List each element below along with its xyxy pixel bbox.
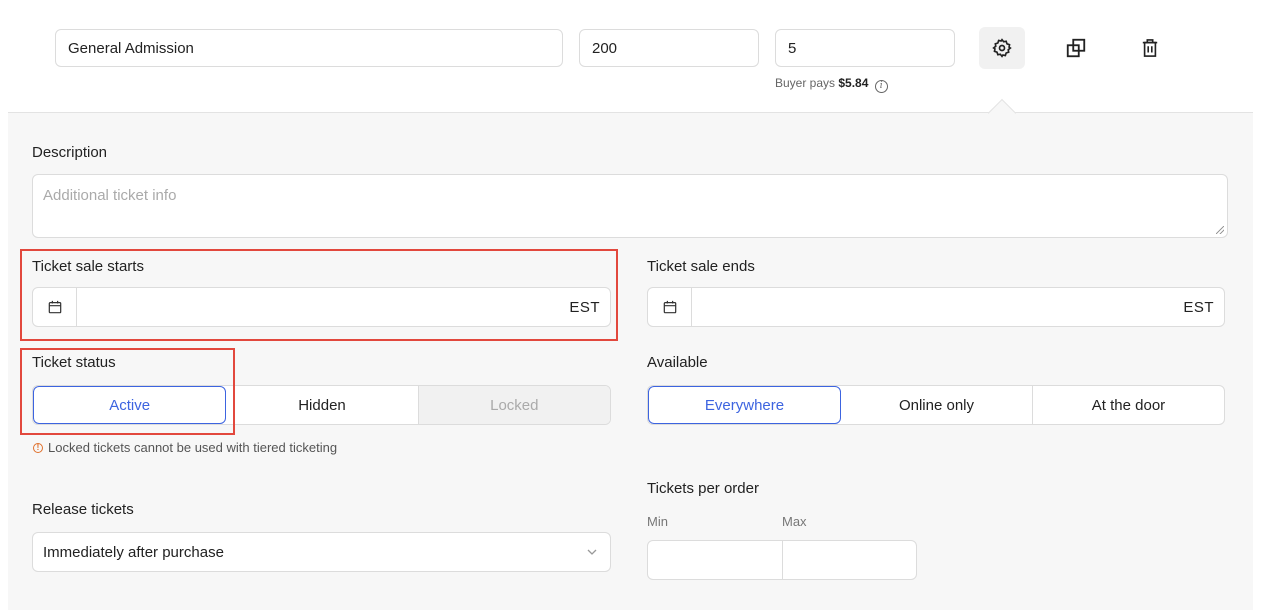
- calendar-icon: [48, 300, 61, 314]
- resize-handle[interactable]: [1216, 226, 1224, 234]
- release-tickets-value: Immediately after purchase: [43, 543, 224, 561]
- tickets-per-order-fields: [647, 540, 917, 580]
- ticket-status-toggle: Active Hidden Locked: [32, 385, 611, 425]
- status-option-active[interactable]: Active: [33, 386, 227, 424]
- buyer-pays-prefix: Buyer pays: [775, 76, 836, 90]
- info-icon[interactable]: i: [874, 79, 888, 93]
- max-label: Max: [782, 514, 807, 529]
- sale-starts-field[interactable]: EST: [32, 287, 611, 327]
- settings-button[interactable]: [979, 27, 1025, 69]
- warning-icon: !: [33, 442, 43, 453]
- gear-icon: [992, 38, 1012, 58]
- available-label: Available: [647, 354, 708, 371]
- ticket-name-input[interactable]: General Admission: [55, 29, 563, 67]
- description-label: Description: [32, 144, 108, 161]
- delete-button[interactable]: [1127, 27, 1173, 69]
- buyer-pays-note: Buyer pays $5.84 i: [775, 76, 888, 93]
- status-option-locked: Locked: [418, 386, 610, 424]
- calendar-button[interactable]: [648, 288, 692, 326]
- sale-ends-field[interactable]: EST: [647, 287, 1225, 327]
- chevron-down-icon: [587, 549, 597, 555]
- description-textarea[interactable]: Additional ticket info: [32, 174, 1228, 238]
- ticket-price-input[interactable]: 5: [775, 29, 955, 67]
- calendar-button[interactable]: [33, 288, 77, 326]
- locked-warning-text: Locked tickets cannot be used with tiere…: [48, 440, 338, 455]
- ticket-quantity-value: 200: [592, 39, 618, 57]
- sale-ends-timezone: EST: [1183, 298, 1214, 316]
- available-option-online[interactable]: Online only: [841, 386, 1033, 424]
- ticket-status-label: Ticket status: [32, 354, 116, 371]
- sale-starts-label: Ticket sale starts: [32, 258, 144, 275]
- ticket-quantity-input[interactable]: 200: [579, 29, 759, 67]
- ticket-name-value: General Admission: [68, 39, 194, 57]
- min-label: Min: [647, 514, 668, 529]
- min-input[interactable]: [648, 541, 783, 579]
- release-tickets-select[interactable]: Immediately after purchase: [32, 532, 611, 572]
- release-tickets-label: Release tickets: [32, 501, 134, 518]
- sale-ends-label: Ticket sale ends: [647, 258, 755, 275]
- calendar-icon: [663, 300, 676, 314]
- max-input[interactable]: [783, 541, 917, 579]
- sale-starts-timezone: EST: [569, 298, 600, 316]
- description-placeholder: Additional ticket info: [43, 187, 177, 204]
- available-option-door[interactable]: At the door: [1033, 386, 1224, 424]
- tickets-per-order-label: Tickets per order: [647, 480, 759, 497]
- available-option-everywhere[interactable]: Everywhere: [648, 386, 841, 424]
- status-option-hidden[interactable]: Hidden: [226, 386, 419, 424]
- available-toggle: Everywhere Online only At the door: [647, 385, 1225, 425]
- duplicate-icon: [1066, 38, 1086, 58]
- duplicate-button[interactable]: [1053, 27, 1099, 69]
- buyer-pays-amount: $5.84: [838, 76, 869, 90]
- ticket-price-value: 5: [788, 39, 797, 57]
- locked-warning: ! Locked tickets cannot be used with tie…: [33, 440, 337, 455]
- trash-icon: [1142, 39, 1158, 57]
